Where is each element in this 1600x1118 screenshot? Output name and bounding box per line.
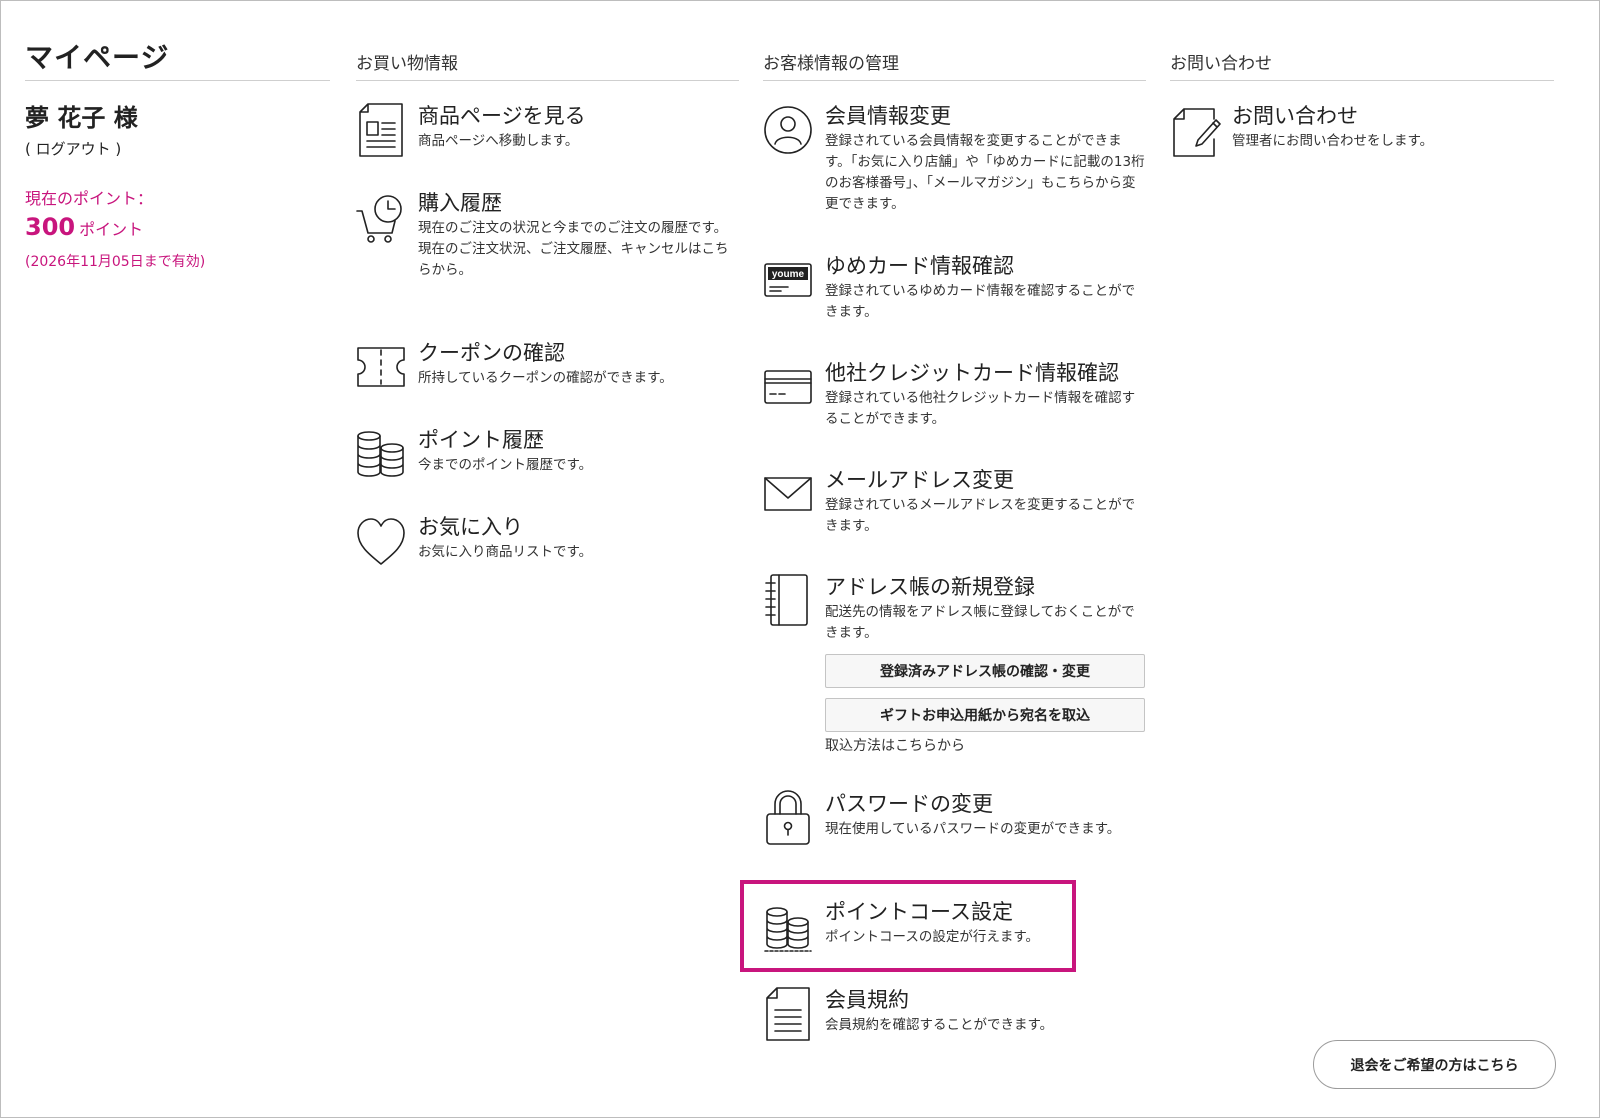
cart-clock-icon — [356, 189, 406, 245]
menu-item-desc-line: 現在のご注文状況、ご注文履歴、キャンセルはこちらから。 — [418, 241, 729, 278]
logout-link[interactable]: ( ログアウト ) — [25, 138, 121, 159]
menu-item-desc: 登録されている他社クレジットカード情報を確認することができます。 — [825, 390, 1136, 427]
user-icon — [763, 102, 813, 158]
menu-item-desc: 管理者にお問い合わせをします。 — [1232, 133, 1434, 149]
menu-item-desc: 現在使用しているパスワードの変更ができます。 — [825, 821, 1121, 837]
menu-item-title: ゆめカード情報確認 — [825, 254, 1014, 278]
menu-item-title: ポイント履歴 — [418, 428, 544, 452]
menu-item-title: 会員情報変更 — [825, 104, 951, 128]
menu-item-desc: 商品ページへ移動します。 — [418, 133, 579, 149]
points-balance: 300 ポイント — [25, 213, 143, 241]
menu-item-desc: 配送先の情報をアドレス帳に登録しておくことができます。 — [825, 604, 1135, 641]
menu-item-title: お問い合わせ — [1232, 104, 1358, 128]
menu-item-desc-line: 現在のご注文の状況と今までのご注文の履歴です。 — [418, 220, 728, 236]
menu-item-title: 他社クレジットカード情報確認 — [825, 361, 1119, 385]
points-label: 現在のポイント： — [25, 189, 154, 208]
address-book-edit-button[interactable]: 登録済みアドレス帳の確認・変更 — [825, 654, 1145, 688]
menu-item-title: メールアドレス変更 — [825, 468, 1014, 492]
menu-item-title: 購入履歴 — [418, 191, 502, 215]
envelope-icon — [763, 466, 813, 522]
menu-item-desc: 登録されているゆめカード情報を確認することができます。 — [825, 283, 1136, 320]
menu-item-title: お気に入り — [418, 515, 523, 539]
menu-item-title: パスワードの変更 — [825, 792, 993, 816]
points-value: 300 — [25, 213, 76, 241]
menu-item-title: アドレス帳の新規登録 — [825, 575, 1035, 599]
menu-item-title: 会員規約 — [825, 988, 909, 1012]
page-title: マイページ — [25, 41, 170, 74]
import-method-link[interactable]: 取込方法はこちらから — [825, 735, 965, 755]
document-icon — [763, 986, 813, 1042]
document-icon — [356, 102, 406, 158]
lock-icon — [763, 790, 813, 846]
menu-item-desc: 今までのポイント履歴です。 — [418, 457, 593, 473]
contact-header: お問い合わせ — [1170, 54, 1272, 74]
menu-item-desc: お気に入り商品リストです。 — [418, 544, 593, 560]
edit-icon — [1170, 102, 1221, 158]
menu-item-desc: 現在のご注文の状況と今までのご注文の履歴です。 現在のご注文状況、ご注文履歴、キ… — [418, 218, 739, 281]
card-logo-text: youme — [772, 269, 805, 280]
menu-item-desc: 所持しているクーポンの確認ができます。 — [418, 370, 673, 386]
divider — [25, 80, 330, 81]
withdraw-button[interactable]: 退会をご希望の方はこちら — [1313, 1040, 1556, 1089]
user-name: 夢 花子 様 — [25, 104, 138, 132]
menu-item-desc: 会員規約を確認することができます。 — [825, 1017, 1054, 1033]
highlight-frame — [740, 880, 1076, 972]
points-expiry: (2026年11月05日まで有効) — [25, 254, 206, 270]
heart-icon — [356, 513, 406, 569]
menu-item-desc: 登録されているメールアドレスを変更することができます。 — [825, 497, 1136, 534]
menu-item-desc: 登録されている会員情報を変更することができます。「お気に入り店舗」や「ゆめカード… — [825, 133, 1145, 212]
divider — [1170, 80, 1554, 81]
points-unit: ポイント — [79, 220, 144, 239]
account-header: お客様情報の管理 — [763, 54, 899, 74]
menu-item-title: クーポンの確認 — [418, 341, 565, 365]
address-book-icon — [763, 573, 813, 629]
shopping-header: お買い物情報 — [356, 54, 458, 74]
youme-card-icon: youme — [763, 252, 813, 308]
gift-form-import-button[interactable]: ギフトお申込用紙から宛名を取込 — [825, 698, 1145, 732]
divider — [356, 80, 739, 81]
coins-icon — [356, 426, 406, 482]
menu-item-title: 商品ページを見る — [418, 104, 586, 128]
credit-card-icon — [763, 359, 813, 415]
ticket-icon — [356, 339, 406, 395]
divider — [763, 80, 1146, 81]
